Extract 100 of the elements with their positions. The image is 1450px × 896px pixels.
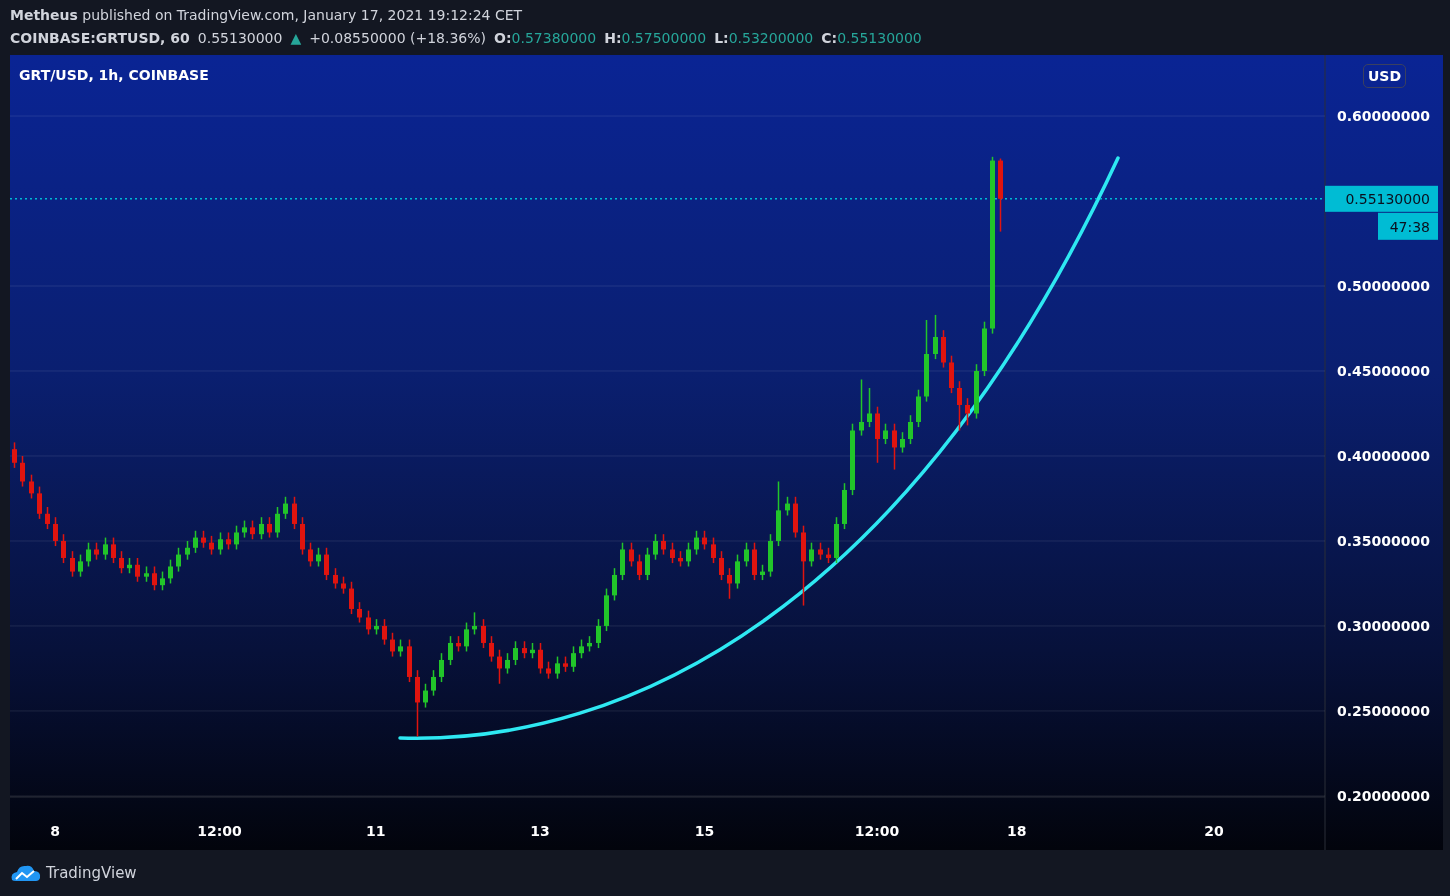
candlestick — [374, 618, 379, 636]
candlestick — [892, 422, 897, 471]
candlestick — [226, 531, 231, 551]
candlestick — [300, 516, 305, 556]
candlestick — [661, 533, 666, 556]
candlestick — [218, 531, 223, 556]
brand-name: TradingView — [46, 862, 137, 884]
symbol-legend: GRT/USD, 1h, COINBASE — [19, 65, 209, 86]
candlestick — [908, 414, 913, 445]
candlestick — [407, 638, 412, 683]
candlestick — [209, 535, 214, 556]
candlestick — [423, 683, 428, 709]
candlestick — [620, 541, 625, 581]
candlestick — [760, 564, 765, 581]
candlestick — [522, 640, 527, 659]
candlestick — [941, 329, 946, 369]
price-label: 0.25000000 — [1337, 702, 1430, 719]
candlestick — [785, 496, 790, 517]
price-label: 0.40000000 — [1337, 448, 1430, 464]
candlestick — [587, 635, 592, 653]
candlestick — [29, 473, 34, 500]
currency-button[interactable]: USD — [1363, 64, 1407, 88]
candlestick — [357, 601, 362, 624]
candlestick — [37, 485, 42, 520]
candlestick — [859, 378, 864, 437]
candlestick — [242, 519, 247, 539]
candlestick — [308, 541, 313, 568]
candlestick — [538, 642, 543, 675]
candlestick — [481, 618, 486, 649]
candlestick — [168, 558, 173, 585]
candlestick — [974, 363, 979, 420]
candlestick — [711, 536, 716, 564]
time-label: 11 — [366, 823, 386, 839]
candlestick — [201, 530, 206, 549]
symbol-label: COINBASE:GRTUSD, 60 — [10, 29, 190, 48]
candlestick — [546, 660, 551, 680]
logo-icon — [10, 863, 42, 883]
ohlc-value: H:0.57500000 — [604, 29, 707, 48]
candlestick — [612, 567, 617, 602]
candlestick — [900, 431, 905, 454]
price-label: 0.50000000 — [1337, 278, 1430, 294]
time-label: 15 — [694, 823, 715, 839]
price-label: 0.30000000 — [1337, 617, 1430, 634]
price-label: 0.35000000 — [1337, 532, 1430, 549]
candlestick — [250, 519, 255, 541]
candlestick — [103, 536, 108, 561]
candlestick — [555, 655, 560, 680]
candlestick — [629, 541, 634, 568]
candlestick — [637, 553, 642, 581]
candlestick — [933, 314, 938, 360]
candlestick — [78, 553, 83, 578]
candlestick — [398, 638, 403, 658]
candlestick — [505, 652, 510, 675]
ohlc-value: C:0.55130000 — [821, 29, 922, 48]
candlestick — [111, 536, 116, 564]
last-price-tag: 0.55130000 — [1325, 185, 1438, 212]
candlestick — [324, 547, 329, 581]
countdown-tag: 47:38 — [1378, 212, 1438, 240]
candlestick — [596, 618, 601, 649]
candlestick — [86, 541, 91, 568]
last-price: 0.55130000 — [197, 29, 283, 48]
candlestick — [875, 405, 880, 464]
candlestick — [735, 553, 740, 590]
candlestick — [744, 541, 749, 568]
candlestick — [489, 635, 494, 663]
candlestick — [826, 547, 831, 564]
candlestick — [349, 581, 354, 615]
candlestick — [283, 496, 288, 520]
time-label: 13 — [530, 823, 550, 839]
candlestick — [957, 380, 962, 432]
candlestick — [702, 530, 707, 551]
candlestick — [965, 397, 970, 427]
time-label: 20 — [1204, 823, 1224, 839]
candlestick — [842, 482, 847, 530]
candlestick — [45, 506, 50, 530]
candlestick — [366, 609, 371, 636]
time-label: 18 — [1007, 823, 1027, 839]
candlestick — [818, 541, 823, 561]
candlestick — [867, 387, 872, 428]
candlestick — [916, 388, 921, 428]
candlestick — [645, 547, 650, 581]
candlestick — [94, 541, 99, 561]
candlestick — [275, 506, 280, 539]
candlestick — [670, 541, 675, 564]
candlestick — [472, 611, 477, 636]
candlestick — [793, 496, 798, 539]
candlestick — [653, 533, 658, 561]
candlestick — [678, 550, 683, 568]
time-label: 12:00 — [197, 823, 242, 839]
candlestick — [694, 530, 699, 556]
candlestick — [497, 649, 502, 685]
candlestick — [719, 550, 724, 581]
candlestick — [530, 642, 535, 659]
candlestick — [752, 541, 757, 581]
candlestick — [571, 645, 576, 673]
up-triangle-icon: ▲ — [290, 27, 302, 50]
candlestick — [127, 557, 132, 574]
candlestick — [390, 632, 395, 658]
price-label: 0.60000000 — [1337, 108, 1430, 124]
price-label: 0.20000000 — [1337, 787, 1430, 804]
